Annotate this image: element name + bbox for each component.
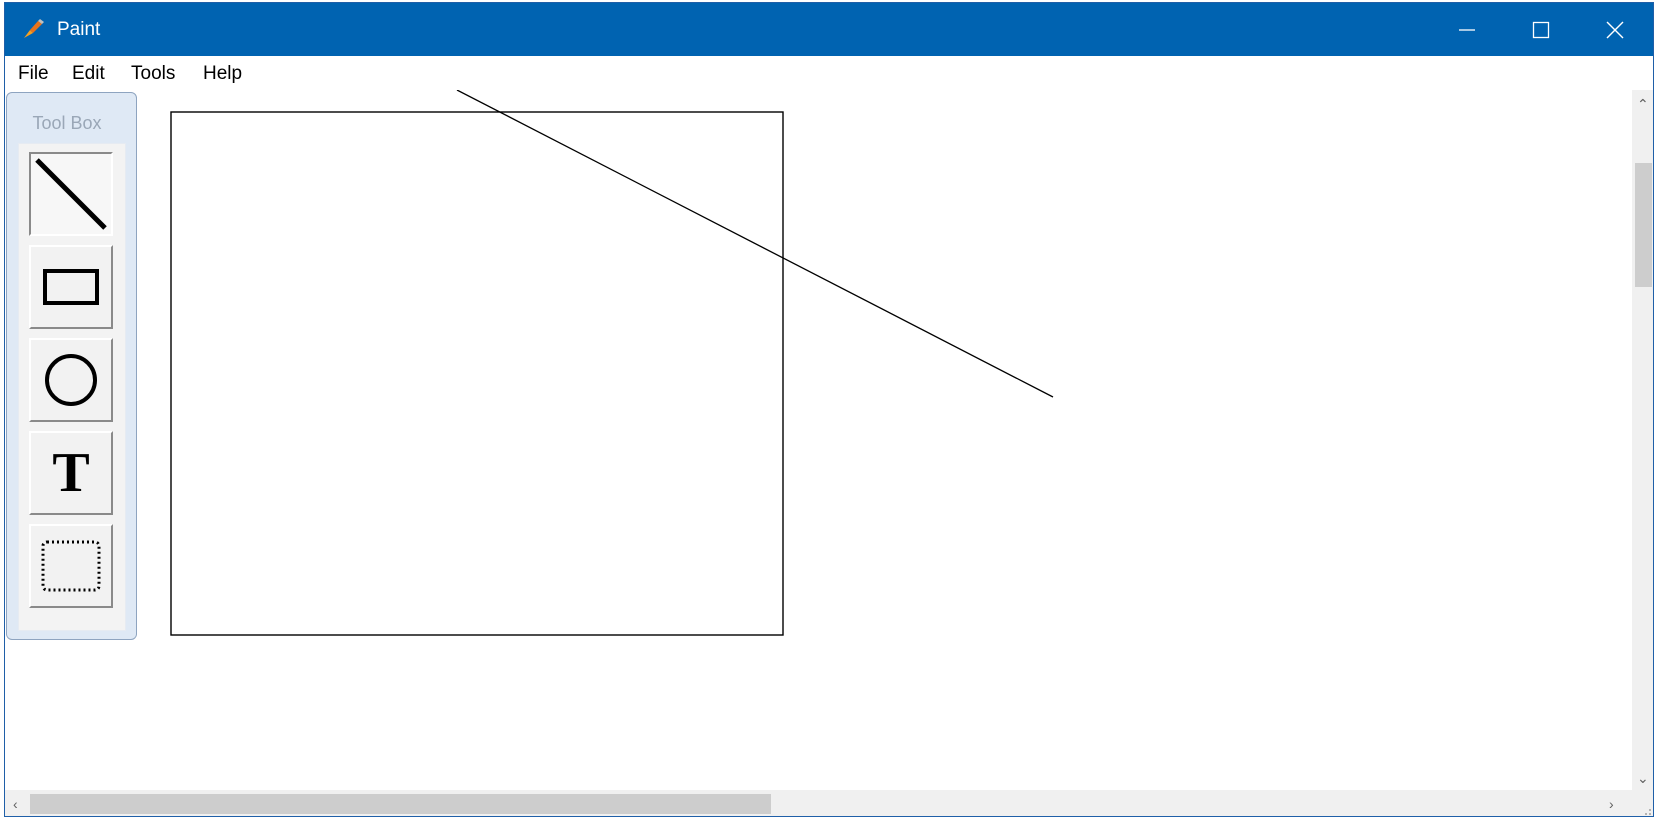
line-tool-button[interactable] [29,152,113,236]
menu-tools[interactable]: Tools [131,62,175,86]
drawn-rectangle[interactable] [170,111,784,636]
vertical-scroll-thumb[interactable] [1635,163,1652,287]
selection-icon [41,540,101,592]
scroll-down-icon[interactable]: ⌄ [1637,770,1649,786]
minimize-icon [1459,29,1475,31]
toolbox-tools: T [18,143,126,631]
menu-edit[interactable]: Edit [72,62,105,86]
ellipse-tool-button[interactable] [29,338,113,422]
rectangle-tool-button[interactable] [29,245,113,329]
resize-grip-icon [1645,809,1651,815]
toolbox-panel[interactable]: Tool Box T [6,92,137,640]
paint-window: Paint File Edit Tools Help Tool Box T ⌃ … [4,2,1654,817]
minimize-button[interactable] [1430,3,1504,56]
drawing-canvas[interactable]: Tool Box T [5,90,1632,790]
menu-help[interactable]: Help [203,62,242,86]
close-button[interactable] [1578,3,1652,56]
line-icon [35,158,107,230]
canvas-drawing [170,90,1054,636]
ellipse-icon [45,354,97,406]
resize-grip[interactable] [1632,790,1653,816]
menu-file[interactable]: File [18,62,49,86]
menu-bar: File Edit Tools Help [5,56,1653,90]
selection-tool-button[interactable] [29,524,113,608]
title-bar[interactable]: Paint [5,3,1653,56]
rectangle-icon [43,269,99,305]
paint-app-icon [24,19,44,38]
toolbox-title: Tool Box [32,113,102,133]
text-icon: T [52,442,90,504]
maximize-button[interactable] [1504,3,1578,56]
close-icon [1606,21,1624,39]
scroll-right-icon[interactable]: › [1609,796,1614,812]
horizontal-scroll-thumb[interactable] [30,794,771,814]
horizontal-scrollbar[interactable]: ‹ › [5,790,1632,816]
drawn-line[interactable] [456,90,1054,398]
vertical-scrollbar[interactable]: ⌃ ⌄ [1632,90,1653,790]
scroll-up-icon[interactable]: ⌃ [1637,96,1649,112]
window-title: Paint [57,19,101,40]
scroll-left-icon[interactable]: ‹ [13,796,18,812]
maximize-icon [1532,21,1550,39]
text-tool-button[interactable]: T [29,431,113,515]
